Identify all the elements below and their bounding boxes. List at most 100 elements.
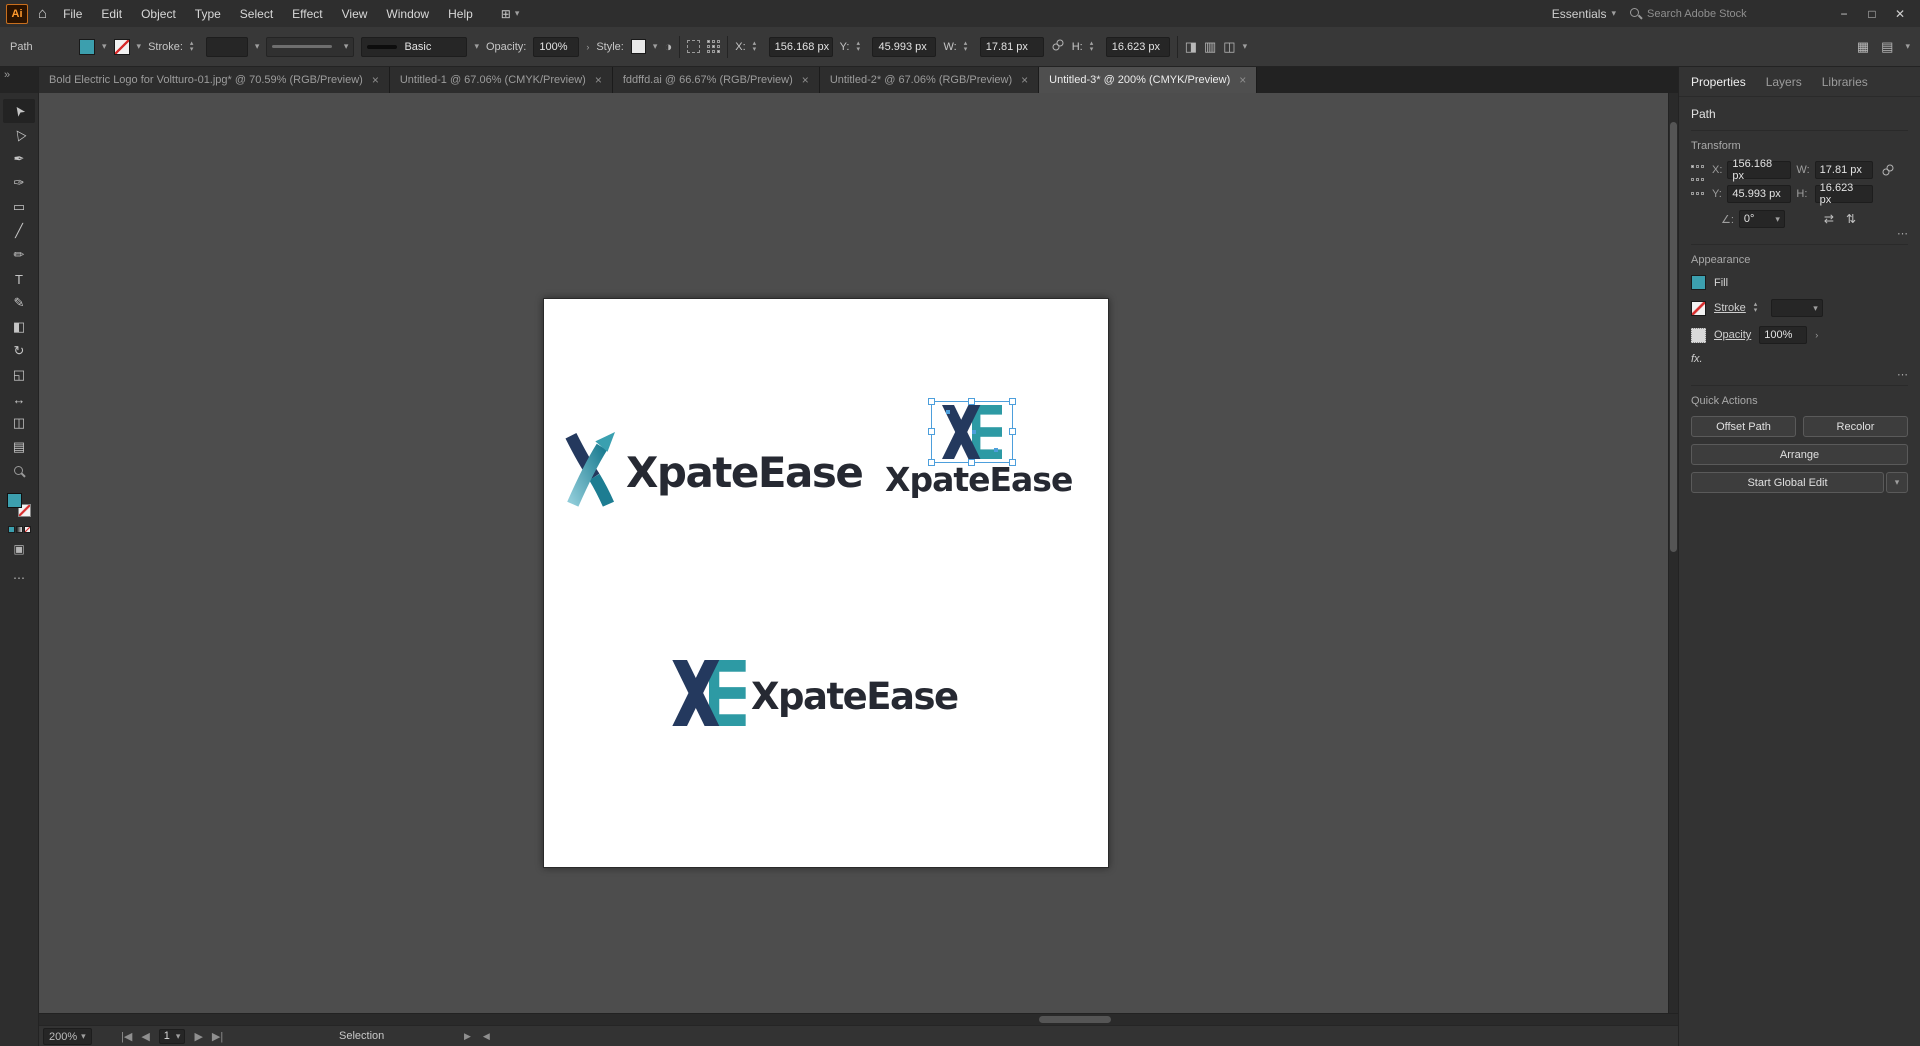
logo-wordmark-3[interactable]: XpateEase: [751, 678, 959, 715]
vertical-scrollbar-thumb[interactable]: [1670, 122, 1677, 552]
tab-layers[interactable]: Layers: [1766, 75, 1802, 89]
menu-window[interactable]: Window: [386, 7, 429, 21]
home-icon[interactable]: ⌂: [38, 5, 47, 22]
stepper-down-icon[interactable]: ▾: [1754, 307, 1763, 314]
direct-selection-tool[interactable]: ▷: [3, 123, 35, 147]
constrain-proportions-icon[interactable]: [1881, 163, 1895, 203]
logo-swoosh-mark[interactable]: [564, 432, 621, 512]
selection-tool[interactable]: ➤: [3, 99, 35, 123]
draw-mode-button[interactable]: ▣: [13, 542, 24, 556]
rotate-angle-dropdown[interactable]: 0° ▾: [1738, 210, 1785, 228]
anchor-point[interactable]: [946, 410, 950, 414]
flip-vertical-icon[interactable]: ⇅: [1846, 212, 1856, 226]
h-field[interactable]: 16.623 px: [1105, 36, 1170, 57]
arrange-documents-icon[interactable]: ▦: [1857, 39, 1869, 55]
stroke-weight-stepper[interactable]: ▴ ▾: [1754, 301, 1763, 314]
transform-more-options[interactable]: ⋯: [1897, 227, 1908, 240]
global-edit-options-button[interactable]: ▾: [1886, 472, 1908, 493]
gradient-tool[interactable]: ▤: [3, 435, 35, 459]
transform-y-field[interactable]: 45.993 px: [1727, 185, 1792, 203]
opacity-label[interactable]: Opacity:: [486, 41, 526, 53]
menu-object[interactable]: Object: [141, 7, 176, 21]
stepper-down-icon[interactable]: ▾: [856, 46, 865, 53]
pathfinder-icon[interactable]: ◫: [1223, 39, 1235, 55]
transform-panel-icon[interactable]: [687, 40, 701, 53]
anchor-point[interactable]: [972, 430, 976, 434]
opacity-field[interactable]: 100%: [1759, 326, 1808, 344]
horizontal-scrollbar[interactable]: [39, 1013, 1678, 1025]
selection-bounding-box[interactable]: [928, 398, 1016, 466]
y-field[interactable]: 45.993 px: [872, 36, 937, 57]
last-artboard-button[interactable]: ▶|: [212, 1030, 223, 1043]
previous-artboard-button[interactable]: ◀: [141, 1030, 149, 1043]
minimize-button[interactable]: −: [1830, 7, 1858, 21]
h-stepper[interactable]: ▴ ▾: [1090, 40, 1099, 53]
menu-effect[interactable]: Effect: [292, 7, 322, 21]
adobe-stock-search[interactable]: [1630, 7, 1800, 20]
start-global-edit-button[interactable]: Start Global Edit: [1691, 472, 1884, 493]
style-chevron-down-icon[interactable]: ▾: [653, 41, 658, 52]
scale-tool[interactable]: ◱: [3, 363, 35, 387]
transform-x-field[interactable]: 156.168 px: [1727, 158, 1792, 182]
paintbrush-tool[interactable]: ✏: [3, 243, 35, 267]
brush-chevron-down-icon[interactable]: ▾: [474, 41, 479, 52]
flip-horizontal-icon[interactable]: ⇄: [1824, 212, 1834, 226]
close-tab-icon[interactable]: ×: [1239, 73, 1246, 87]
document-tab-2[interactable]: Untitled-1 @ 67.06% (CMYK/Preview) ×: [389, 67, 613, 93]
maximize-button[interactable]: □: [1858, 7, 1886, 21]
scroll-left-icon[interactable]: ◀: [483, 1031, 490, 1042]
zoom-level-dropdown[interactable]: 200% ▾: [43, 1028, 92, 1045]
next-artboard-button[interactable]: ▶: [194, 1030, 202, 1043]
scroll-right-icon[interactable]: ▶: [464, 1031, 471, 1042]
pen-tool[interactable]: ✒: [3, 147, 35, 171]
status-display[interactable]: Selection: [339, 1026, 384, 1046]
fill-color-swatch[interactable]: [79, 38, 95, 55]
close-tab-icon[interactable]: ×: [802, 73, 809, 87]
tab-properties[interactable]: Properties: [1691, 75, 1746, 89]
vertical-scrollbar[interactable]: [1668, 93, 1678, 1013]
artboard[interactable]: XpateEase XpateEase XpateEase: [543, 298, 1109, 868]
first-artboard-button[interactable]: |◀: [121, 1030, 132, 1043]
brush-definition-dropdown[interactable]: Basic: [361, 36, 468, 57]
document-tab-1[interactable]: Bold Electric Logo for Voltturo-01.jpg* …: [39, 67, 390, 93]
close-tab-icon[interactable]: ×: [595, 73, 602, 87]
w-field[interactable]: 17.81 px: [979, 36, 1044, 57]
expand-toolbar-button[interactable]: »: [0, 67, 38, 93]
rotate-tool[interactable]: ↻: [3, 339, 35, 363]
tab-libraries[interactable]: Libraries: [1822, 75, 1868, 89]
stepper-down-icon[interactable]: ▾: [753, 46, 762, 53]
stepper-down-icon[interactable]: ▾: [964, 46, 973, 53]
menu-view[interactable]: View: [342, 7, 368, 21]
stroke-weight-field[interactable]: [205, 36, 248, 57]
effects-button[interactable]: fx.: [1691, 353, 1908, 365]
constrain-proportions-icon[interactable]: [1051, 38, 1065, 55]
align-panel-icon[interactable]: [707, 40, 721, 53]
zoom-tool[interactable]: [3, 459, 35, 483]
selection-handle[interactable]: [928, 428, 935, 435]
search-input[interactable]: [1647, 7, 1777, 20]
pencil-tool[interactable]: ✎: [3, 291, 35, 315]
rectangle-tool[interactable]: ▭: [3, 195, 35, 219]
menu-type[interactable]: Type: [195, 7, 221, 21]
stroke-color-swatch[interactable]: [113, 38, 130, 55]
gradient-mode-button[interactable]: [15, 526, 23, 533]
variable-width-profile-dropdown[interactable]: ▾: [266, 36, 355, 57]
arrange-button[interactable]: Arrange: [1691, 444, 1908, 465]
stroke-color-swatch[interactable]: [1691, 300, 1706, 316]
color-mode-button[interactable]: [7, 526, 15, 533]
fill-chevron-down-icon[interactable]: ▾: [102, 41, 107, 52]
curvature-tool[interactable]: ✑: [3, 171, 35, 195]
stroke-weight-chevron-icon[interactable]: ▾: [255, 41, 260, 52]
reference-point-locator[interactable]: [1691, 165, 1704, 203]
transform-h-field[interactable]: 16.623 px: [1814, 182, 1873, 206]
shape-builder-tool[interactable]: ◫: [3, 411, 35, 435]
offset-path-button[interactable]: Offset Path: [1691, 416, 1796, 437]
edit-toolbar-button[interactable]: ⋯: [13, 571, 25, 585]
document-tab-3[interactable]: fddffd.ai @ 66.67% (RGB/Preview) ×: [612, 67, 820, 93]
selection-handle[interactable]: [968, 398, 975, 405]
arrange-documents-button[interactable]: ⊞ ▾: [501, 7, 520, 21]
document-tab-4[interactable]: Untitled-2* @ 67.06% (RGB/Preview) ×: [819, 67, 1040, 93]
canvas[interactable]: XpateEase XpateEase XpateEase: [39, 93, 1678, 1013]
opacity-flyout-icon[interactable]: ›: [586, 42, 589, 52]
stepper-down-icon[interactable]: ▾: [190, 46, 199, 53]
